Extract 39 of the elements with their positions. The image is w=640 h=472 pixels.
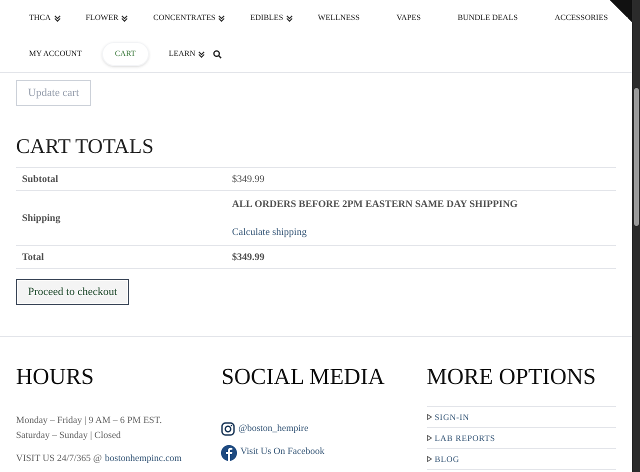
footer-link[interactable]: LAB REPORTS: [434, 432, 496, 445]
shipping-note: ALL ORDERS BEFORE 2PM EASTERN SAME DAY SHIPPING: [232, 198, 518, 212]
footer-heading: HOURS: [16, 365, 95, 388]
nav-link[interactable]: CART: [102, 42, 149, 66]
row-label: Shipping: [21, 212, 62, 226]
social-link[interactable]: Visit Us On Facebook: [240, 445, 324, 460]
footer-heading: SOCIAL MEDIA: [221, 365, 386, 388]
calculate-shipping-link[interactable]: Calculate shipping: [232, 224, 518, 240]
search-icon[interactable]: [213, 50, 222, 58]
social-link[interactable]: @boston_hempire: [238, 422, 308, 436]
nav-link[interactable]: ACCESSORIES: [542, 6, 620, 30]
hours-text: Saturday – Sunday | Closed: [16, 430, 122, 444]
hours-text: Monday – Friday | 9 AM – 6 PM EST.: [16, 415, 163, 428]
nav-link[interactable]: EDIBLES: [238, 6, 296, 30]
footer-link[interactable]: SIGN-IN: [434, 410, 470, 424]
visit-text: VISIT US 24/7/365 @: [16, 453, 102, 466]
nav-link[interactable]: THCA: [17, 6, 63, 30]
subtotal-value: $349.99: [232, 172, 264, 187]
total-value: $349.99: [232, 250, 264, 265]
website-link[interactable]: bostonhempinc.com: [104, 452, 182, 466]
nav-link[interactable]: CONCENTRATES: [141, 6, 228, 30]
row-label: Total: [21, 250, 45, 265]
facebook-icon[interactable]: [221, 444, 238, 460]
cart-totals-heading: CART TOTALS: [16, 136, 155, 158]
proceed-to-checkout-button[interactable]: Proceed to checkout: [16, 279, 130, 306]
triangle-icon: [426, 414, 432, 420]
triangle-icon: [426, 435, 432, 442]
footer-heading: MORE OPTIONS: [426, 365, 597, 388]
nav-link[interactable]: WELLNESS: [306, 6, 372, 30]
footer-link[interactable]: BLOG: [434, 452, 460, 466]
nav-link[interactable]: MY ACCOUNT: [17, 42, 94, 66]
nav-link[interactable]: BUNDLE DEALS: [446, 6, 530, 30]
row-label: Subtotal: [21, 172, 60, 187]
triangle-icon: [426, 456, 432, 462]
nav-link[interactable]: VAPES: [384, 6, 433, 30]
instagram-icon[interactable]: [221, 422, 236, 436]
nav-link[interactable]: LEARN: [156, 42, 208, 66]
scrollbar[interactable]: [632, 0, 640, 472]
nav-link[interactable]: FLOWER: [74, 6, 130, 30]
